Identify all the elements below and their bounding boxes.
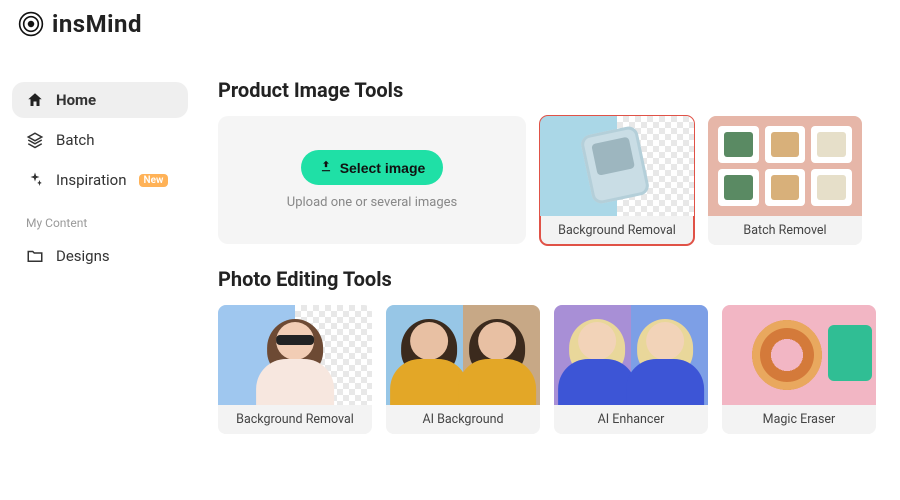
header: insMind xyxy=(0,0,900,44)
sidebar-item-home[interactable]: Home xyxy=(12,82,188,118)
sidebar-item-label: Inspiration xyxy=(56,171,127,189)
select-image-button[interactable]: Select image xyxy=(301,150,444,185)
home-icon xyxy=(26,91,44,109)
tool-card-photo-background-removal[interactable]: Background Removal xyxy=(218,305,372,434)
section-title-photo-tools: Photo Editing Tools xyxy=(218,267,876,291)
tool-thumb xyxy=(540,116,694,216)
sidebar-item-label: Batch xyxy=(56,131,95,149)
tool-label: AI Enhancer xyxy=(554,405,708,434)
main-content: Product Image Tools Select image Upload … xyxy=(200,44,900,500)
badge-new: New xyxy=(139,174,169,187)
tool-label: Batch Removel xyxy=(708,216,862,245)
tool-label: Magic Eraser xyxy=(722,405,876,434)
sidebar: Home Batch Inspiration New My Content xyxy=(0,44,200,500)
tool-thumb xyxy=(708,116,862,216)
tool-card-background-removal[interactable]: Background Removal xyxy=(540,116,694,245)
sidebar-item-label: Designs xyxy=(56,247,110,265)
select-image-label: Select image xyxy=(340,160,426,176)
logo-icon xyxy=(18,11,44,37)
tool-card-ai-background[interactable]: AI Background xyxy=(386,305,540,434)
sidebar-item-inspiration[interactable]: Inspiration New xyxy=(12,162,188,198)
tool-label: Background Removal xyxy=(218,405,372,434)
upload-card[interactable]: Select image Upload one or several image… xyxy=(218,116,526,244)
upload-icon xyxy=(319,159,333,176)
tool-thumb xyxy=(386,305,540,405)
tool-thumb xyxy=(722,305,876,405)
layers-icon xyxy=(26,131,44,149)
sidebar-item-label: Home xyxy=(56,91,96,109)
upload-hint: Upload one or several images xyxy=(287,195,457,210)
section-title-product-tools: Product Image Tools xyxy=(218,78,876,102)
sparkle-icon xyxy=(26,171,44,189)
tool-thumb xyxy=(554,305,708,405)
sidebar-item-designs[interactable]: Designs xyxy=(12,238,188,274)
sidebar-item-batch[interactable]: Batch xyxy=(12,122,188,158)
tool-label: AI Background xyxy=(386,405,540,434)
folder-icon xyxy=(26,247,44,265)
tool-card-magic-eraser[interactable]: Magic Eraser xyxy=(722,305,876,434)
tool-card-batch-remove[interactable]: Batch Removel xyxy=(708,116,862,245)
tool-label: Background Removal xyxy=(540,216,694,245)
sidebar-section-label: My Content xyxy=(12,202,188,238)
tool-thumb xyxy=(218,305,372,405)
tool-card-ai-enhancer[interactable]: AI Enhancer xyxy=(554,305,708,434)
brand-name: insMind xyxy=(52,10,142,38)
